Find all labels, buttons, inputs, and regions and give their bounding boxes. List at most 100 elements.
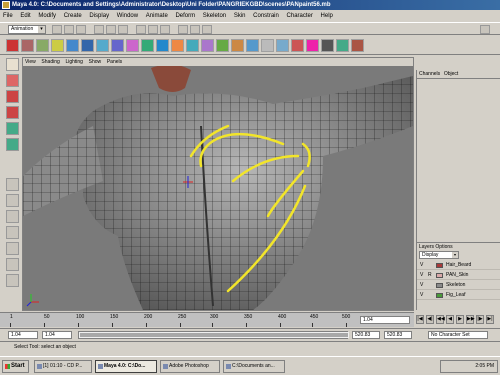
shelf-tool-icon[interactable] — [306, 39, 319, 52]
ipr-render-icon[interactable] — [190, 25, 200, 34]
menu-edit[interactable]: Edit — [17, 11, 33, 21]
start-time-field[interactable]: 1.04 — [8, 331, 38, 339]
scale-tool-icon[interactable] — [6, 122, 19, 135]
layer-row[interactable]: V Fig_Leaf — [417, 291, 500, 300]
layers-display-selector[interactable]: Display ▾ — [419, 251, 459, 259]
step-back-icon[interactable]: ◀| — [426, 315, 434, 324]
taskbar-button-maya[interactable]: Maya 4.0: C:\Do... — [95, 360, 157, 373]
layer-visibility[interactable]: V — [420, 272, 423, 278]
shelf-tool-icon[interactable] — [201, 39, 214, 52]
shelf-tool-icon[interactable] — [261, 39, 274, 52]
layer-visibility[interactable]: V — [420, 262, 423, 268]
go-to-start-icon[interactable]: |◀ — [416, 315, 424, 324]
taskbar-button-cd-player[interactable]: [1] 01:10 - CD P... — [34, 360, 92, 373]
manipulator-tool-icon[interactable] — [6, 138, 19, 151]
menu-file[interactable]: File — [0, 11, 16, 21]
shelf-tool-icon[interactable] — [216, 39, 229, 52]
shelf-tool-icon[interactable] — [51, 39, 64, 52]
character-set-selector[interactable]: No Character Set — [428, 331, 488, 339]
open-scene-icon[interactable] — [64, 25, 74, 34]
select-component-icon[interactable] — [118, 25, 128, 34]
layer-color-swatch[interactable] — [436, 293, 443, 298]
menu-deform[interactable]: Deform — [172, 11, 198, 21]
start-button[interactable]: Start — [2, 360, 29, 373]
layer-color-swatch[interactable] — [436, 283, 443, 288]
shelf-tool-icon[interactable] — [111, 39, 124, 52]
shelf-tool-icon[interactable] — [126, 39, 139, 52]
viewport-menu-panels[interactable]: Panels — [105, 58, 124, 66]
perspective-viewport[interactable]: View Shading Lighting Show Panels — [22, 57, 414, 311]
shelf-tool-icon[interactable] — [336, 39, 349, 52]
single-view-layout-icon[interactable] — [6, 178, 19, 191]
select-object-icon[interactable] — [106, 25, 116, 34]
layer-visibility[interactable]: V — [420, 282, 423, 288]
lasso-tool-icon[interactable] — [6, 74, 19, 87]
playback-end-field[interactable]: 520.83 — [352, 331, 380, 339]
menu-help[interactable]: Help — [318, 11, 336, 21]
viewport-menu-shading[interactable]: Shading — [39, 58, 61, 66]
layer-row[interactable]: V Hair_Beard — [417, 261, 500, 270]
layers-header[interactable]: Layers Options — [417, 242, 500, 250]
menu-modify[interactable]: Modify — [35, 11, 59, 21]
menu-window[interactable]: Window — [114, 11, 141, 21]
layer-row[interactable]: V R PAN_Skin — [417, 271, 500, 280]
select-tool-icon[interactable] — [6, 58, 19, 71]
viewport-menu-lighting[interactable]: Lighting — [63, 58, 85, 66]
shelf-tool-icon[interactable] — [36, 39, 49, 52]
menu-constrain[interactable]: Constrain — [250, 11, 282, 21]
range-slider-handle[interactable] — [79, 332, 349, 338]
layer-reference[interactable]: R — [428, 272, 432, 278]
end-time-field[interactable]: 520.83 — [384, 331, 412, 339]
save-scene-icon[interactable] — [76, 25, 86, 34]
layer-color-swatch[interactable] — [436, 273, 443, 278]
snap-grid-icon[interactable] — [136, 25, 146, 34]
shelf-tool-icon[interactable] — [291, 39, 304, 52]
viewport-menu-show[interactable]: Show — [87, 58, 104, 66]
persp-graph-layout-icon[interactable] — [6, 226, 19, 239]
shelf-tool-icon[interactable] — [156, 39, 169, 52]
menu-animate[interactable]: Animate — [143, 11, 171, 21]
custom-layout-icon[interactable] — [6, 258, 19, 271]
play-forwards-icon[interactable]: ▶ — [456, 315, 464, 324]
new-scene-icon[interactable] — [52, 25, 62, 34]
shelf-tool-icon[interactable] — [276, 39, 289, 52]
playback-start-field[interactable]: 1.04 — [42, 331, 72, 339]
shelf-tool-icon[interactable] — [351, 39, 364, 52]
step-back-key-icon[interactable]: ◀◀ — [436, 315, 445, 324]
menu-skin[interactable]: Skin — [231, 11, 249, 21]
time-slider[interactable]: 1 50 100 150 200 250 300 350 400 450 500 — [0, 312, 414, 327]
render-globals-icon[interactable] — [202, 25, 212, 34]
persp-outliner-layout-icon[interactable] — [6, 210, 19, 223]
taskbar-button-explorer[interactable]: C:\Documents an... — [223, 360, 285, 373]
shelf-tool-icon[interactable] — [96, 39, 109, 52]
current-frame-field[interactable]: 1.04 — [360, 316, 410, 324]
step-forward-icon[interactable]: |▶ — [476, 315, 484, 324]
snap-curve-icon[interactable] — [148, 25, 158, 34]
shelf-tool-icon[interactable] — [186, 39, 199, 52]
range-slider-bar[interactable] — [78, 331, 349, 339]
layer-visibility[interactable]: V — [420, 292, 423, 298]
shelf-tool-icon[interactable] — [171, 39, 184, 52]
rotate-tool-icon[interactable] — [6, 106, 19, 119]
shelf-tool-icon[interactable] — [21, 39, 34, 52]
menu-create[interactable]: Create — [61, 11, 85, 21]
layout-icon[interactable] — [6, 274, 19, 287]
render-icon[interactable] — [178, 25, 188, 34]
go-to-end-icon[interactable]: ▶| — [486, 315, 494, 324]
viewport-canvas[interactable] — [23, 64, 413, 310]
four-view-layout-icon[interactable] — [6, 194, 19, 207]
menu-character[interactable]: Character — [284, 11, 316, 21]
shelf-tool-icon[interactable] — [81, 39, 94, 52]
shelf-tool-icon[interactable] — [66, 39, 79, 52]
menu-skeleton[interactable]: Skeleton — [200, 11, 229, 21]
shelf-tool-icon[interactable] — [321, 39, 334, 52]
shelf-tool-icon[interactable] — [246, 39, 259, 52]
hypershade-layout-icon[interactable] — [6, 242, 19, 255]
step-forward-key-icon[interactable]: ▶▶ — [466, 315, 475, 324]
viewport-menu-view[interactable]: View — [23, 58, 38, 66]
select-hierarchy-icon[interactable] — [94, 25, 104, 34]
play-backwards-icon[interactable]: ◀ — [446, 315, 454, 324]
shelf-tool-icon[interactable] — [6, 39, 19, 52]
shelf-tool-icon[interactable] — [231, 39, 244, 52]
menu-display[interactable]: Display — [86, 11, 112, 21]
